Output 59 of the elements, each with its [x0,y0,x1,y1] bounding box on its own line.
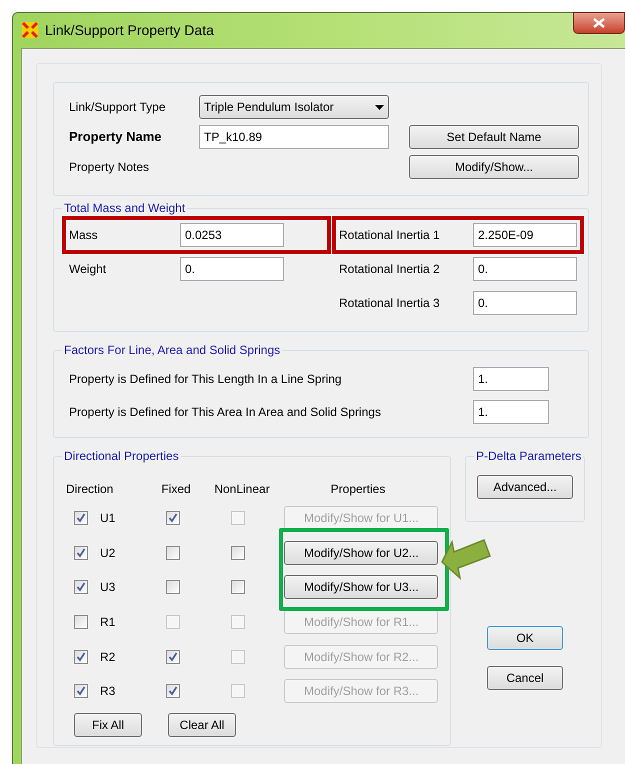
advanced-button[interactable]: Advanced... [477,475,573,499]
ok-button[interactable]: OK [487,626,563,650]
type-dropdown[interactable]: Triple Pendulum Isolator [199,95,389,119]
checkbox[interactable] [74,615,88,630]
field-label: Property Notes [69,159,150,176]
name-field[interactable]: TP_k10.89 [199,125,389,149]
text-field[interactable]: 2.250E-09 [473,223,577,247]
direction-label: R2 [100,648,116,666]
group-title: Directional Properties [62,448,181,464]
checkbox[interactable] [230,546,245,560]
action-button[interactable]: Fix All [74,712,142,737]
group-title: Total Mass and Weight [62,200,188,216]
checkbox[interactable] [74,580,88,594]
dropdown-caret-icon [375,104,384,110]
column-header: NonLinear [213,481,271,498]
column-header: Direction [66,481,114,498]
action-button[interactable]: Clear All [168,712,236,737]
direction-label: U1 [100,510,116,528]
field-label: Weight [69,261,108,278]
checkbox[interactable] [74,684,88,698]
column-header: Fixed [160,481,192,498]
field-label: Link/Support Type [69,99,167,116]
field-label: Property is Defined for This Area In Area and Solid Springs [69,404,382,421]
close-icon [593,18,605,28]
app-icon [21,21,39,39]
window-title: Link/Support Property Data [45,20,214,40]
field-label: Property is Defined for This Length In a Line Spring [69,371,343,388]
field-label: Rotational Inertia 1 [339,227,441,244]
modify-show-button[interactable]: Modify/Show for U2... [284,540,438,565]
set-default-name-button[interactable]: Set Default Name [409,125,579,149]
field-label: Rotational Inertia 2 [339,261,441,278]
checkbox[interactable] [166,580,180,594]
modify-show-button[interactable]: Modify/Show for U3... [284,575,438,600]
column-header: Properties [330,481,386,498]
checkbox[interactable] [230,580,245,594]
checkbox[interactable] [166,511,180,526]
text-field[interactable]: 1. [473,367,549,391]
field-label: Mass [69,227,99,244]
modify-show-button[interactable]: Modify/Show... [409,155,579,179]
direction-label: R3 [100,683,116,700]
direction-label: U3 [100,579,116,596]
text-field[interactable]: 1. [473,400,549,424]
group-title: Factors For Line, Area and Solid Springs [62,342,282,358]
checkbox[interactable] [166,650,180,664]
checkbox[interactable] [166,684,180,698]
direction-label: R1 [100,614,116,632]
checkbox[interactable] [166,546,180,560]
close-button[interactable] [573,12,625,34]
field-label: Property Name [69,128,162,146]
direction-label: U2 [100,544,116,562]
text-field[interactable]: 0. [473,257,577,281]
checkbox[interactable] [74,650,88,664]
text-field[interactable]: 0.0253 [180,223,284,247]
checkbox[interactable] [74,546,88,560]
checkbox[interactable] [74,511,88,526]
field-label: Rotational Inertia 3 [339,295,441,312]
cancel-button[interactable]: Cancel [487,666,563,690]
text-field[interactable]: 0. [473,291,577,315]
text-field[interactable]: 0. [180,257,284,281]
